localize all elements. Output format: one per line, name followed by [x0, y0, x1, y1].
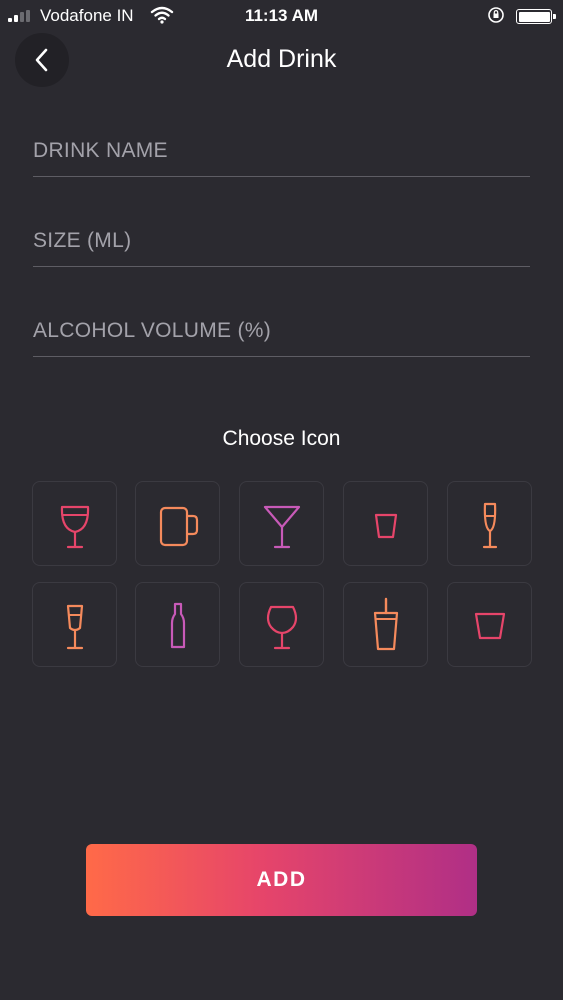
- icon-option-flute-glass[interactable]: [447, 481, 532, 566]
- icon-grid: [32, 481, 532, 667]
- icon-option-champagne-glass[interactable]: [32, 582, 117, 667]
- alcohol-volume-field-wrapper: [33, 309, 530, 357]
- battery-icon: [516, 9, 556, 24]
- icon-option-beer-mug[interactable]: [135, 481, 220, 566]
- alcohol-volume-input[interactable]: [33, 309, 530, 353]
- size-input[interactable]: [33, 219, 530, 263]
- martini-glass-icon: [263, 505, 300, 548]
- cup-with-straw-icon: [373, 597, 398, 650]
- icon-option-wine-glass[interactable]: [32, 481, 117, 566]
- drink-name-input[interactable]: [33, 129, 530, 173]
- icon-option-martini-glass[interactable]: [239, 481, 324, 566]
- status-bar: Vodafone IN 11:13 AM: [0, 0, 563, 32]
- flute-glass-icon: [482, 502, 497, 548]
- champagne-glass-icon: [66, 604, 83, 649]
- drink-name-field-wrapper: [33, 129, 530, 177]
- icon-option-tumbler-glass[interactable]: [447, 582, 532, 667]
- icon-option-goblet[interactable]: [239, 582, 324, 667]
- icon-option-bottle[interactable]: [135, 582, 220, 667]
- beer-mug-icon: [159, 506, 198, 546]
- status-time: 11:13 AM: [244, 6, 319, 25]
- page-title: Add Drink: [226, 45, 337, 73]
- choose-icon-title: Choose Icon: [222, 427, 341, 450]
- icon-option-cup-with-straw[interactable]: [343, 582, 428, 667]
- bottle-icon: [170, 602, 185, 648]
- wine-glass-icon: [60, 505, 89, 548]
- add-drink-screen: Vodafone IN 11:13 AM Add Drink DRINK NAM…: [0, 0, 563, 1000]
- shot-glass-icon: [374, 513, 397, 538]
- goblet-icon: [266, 605, 297, 649]
- add-button[interactable]: ADD: [86, 844, 477, 916]
- orientation-lock-icon: [488, 7, 504, 23]
- icon-option-shot-glass[interactable]: [343, 481, 428, 566]
- size-field-wrapper: [33, 219, 530, 267]
- tumbler-glass-icon: [474, 612, 505, 639]
